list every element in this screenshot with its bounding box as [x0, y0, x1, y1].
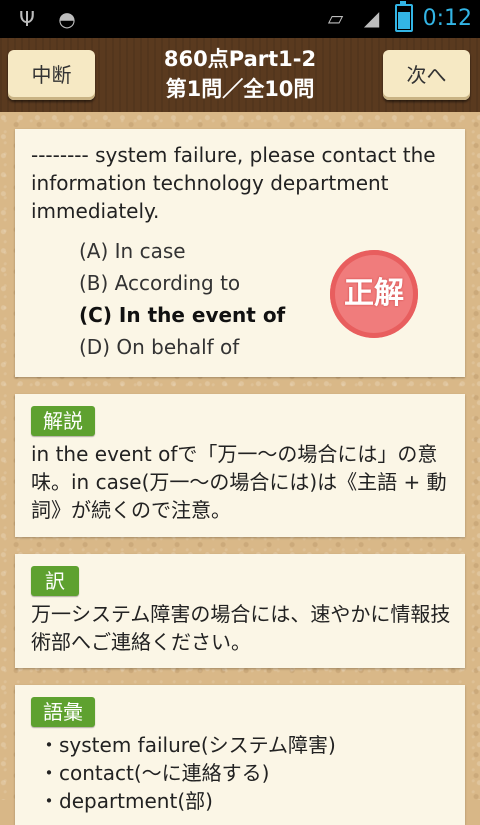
- title-line-1: 860点Part1-2: [163, 47, 317, 71]
- clock: 0:12: [422, 5, 472, 31]
- usb-icon: Ψ: [19, 7, 35, 31]
- correct-stamp: 正解: [330, 250, 418, 338]
- signal-icon: ◢: [363, 6, 380, 30]
- question-card: -------- system failure, please contact …: [15, 129, 465, 377]
- translation-card: 訳 万一システム障害の場合には、速やかに情報技術部へご連絡ください。: [15, 554, 465, 668]
- app-header: 中断 860点Part1-2 第1問／全10問 次へ: [0, 38, 480, 112]
- explanation-label: 解説: [31, 406, 95, 436]
- vocabulary-label: 語彙: [31, 697, 95, 727]
- list-item: ・contact(～に連絡する): [39, 761, 270, 785]
- vocabulary-list: ・system failure(システム障害) ・contact(～に連絡する)…: [31, 731, 459, 815]
- status-bar: Ψ ◓ ▱ ◢ 0:12: [0, 0, 480, 38]
- page-title: 860点Part1-2 第1問／全10問: [110, 44, 370, 104]
- android-icon: ◓: [58, 7, 76, 31]
- battery-icon: [394, 1, 413, 32]
- list-item: ・department(部): [39, 789, 213, 813]
- choice-b[interactable]: (B) According to: [79, 267, 285, 299]
- choice-c[interactable]: (C) In the event of: [79, 299, 285, 331]
- list-item: ・system failure(システム障害): [39, 733, 336, 757]
- explanation-text: in the event ofで「万一～の場合には」の意味。in case(万一…: [31, 442, 447, 522]
- choice-a[interactable]: (A) In case: [79, 235, 285, 267]
- question-text: -------- system failure, please contact …: [31, 143, 436, 223]
- title-line-2: 第1問／全10問: [165, 77, 315, 101]
- translation-label: 訳: [31, 566, 79, 596]
- translation-text: 万一システム障害の場合には、速やかに情報技術部へご連絡ください。: [31, 602, 451, 654]
- choice-d[interactable]: (D) On behalf of: [79, 331, 285, 363]
- vocabulary-list-wrap: ・system failure(システム障害) ・contact(～に連絡する)…: [31, 731, 459, 815]
- quit-button[interactable]: 中断: [8, 50, 95, 100]
- explanation-card: 解説 in the event ofで「万一～の場合には」の意味。in case…: [15, 394, 465, 537]
- next-button[interactable]: 次へ: [383, 50, 470, 100]
- vocabulary-card: 語彙 ・system failure(システム障害) ・contact(～に連絡…: [15, 685, 465, 825]
- rotate-icon: ▱: [327, 6, 344, 30]
- choice-list: (A) In case (B) According to (C) In the …: [79, 235, 285, 363]
